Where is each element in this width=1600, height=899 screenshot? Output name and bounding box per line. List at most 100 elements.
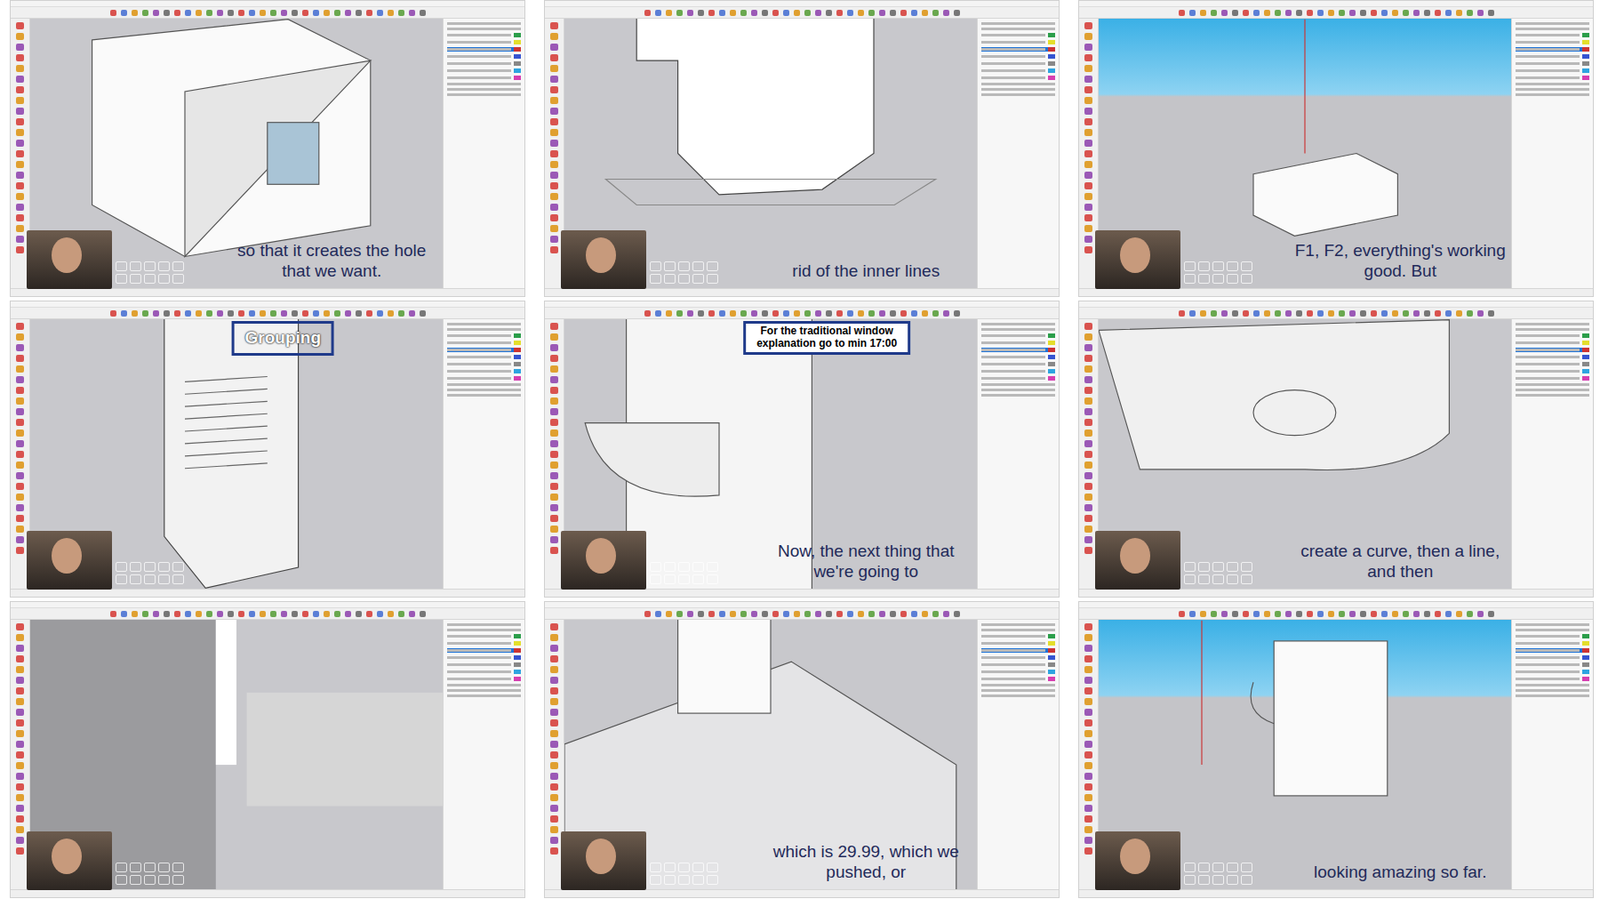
tool-icon[interactable] [761, 610, 768, 617]
tool-icon[interactable] [1084, 365, 1093, 373]
tool-icon[interactable] [825, 610, 832, 617]
tool-icon[interactable] [1456, 9, 1463, 16]
tool-icon[interactable] [1381, 310, 1388, 317]
tool-icon[interactable] [1084, 772, 1093, 780]
tool-icon[interactable] [1084, 514, 1093, 522]
tool-icon[interactable] [1084, 203, 1093, 211]
tool-icon[interactable] [16, 333, 24, 341]
tool-icon[interactable] [302, 9, 309, 16]
tool-icon[interactable] [291, 310, 298, 317]
tool-icon[interactable] [302, 310, 309, 317]
tool-icon[interactable] [16, 214, 24, 222]
tool-icon[interactable] [408, 310, 416, 317]
tool-icon[interactable] [550, 751, 559, 759]
tool-icon[interactable] [1084, 804, 1093, 812]
tray-row[interactable] [981, 655, 1056, 660]
tool-icon[interactable] [550, 192, 559, 200]
tool-icon[interactable] [550, 804, 559, 812]
tool-icon[interactable] [550, 386, 559, 394]
tool-icon[interactable] [687, 9, 694, 16]
tool-icon[interactable] [16, 815, 24, 823]
tool-icon[interactable] [16, 418, 24, 426]
tool-icon[interactable] [708, 9, 715, 16]
tool-icon[interactable] [110, 310, 117, 317]
tray-row[interactable] [981, 368, 1056, 374]
tool-icon[interactable] [16, 429, 24, 437]
tool-icon[interactable] [248, 9, 256, 16]
tool-icon[interactable] [16, 461, 24, 469]
tray-row[interactable] [1515, 27, 1590, 31]
tool-icon[interactable] [174, 310, 181, 317]
tool-icon[interactable] [550, 687, 559, 695]
tool-icon[interactable] [815, 9, 822, 16]
tool-icon[interactable] [270, 610, 277, 617]
tool-icon[interactable] [550, 171, 559, 179]
tray-row[interactable] [981, 340, 1056, 345]
tool-icon[interactable] [1349, 610, 1356, 617]
tool-icon[interactable] [1084, 43, 1093, 51]
tool-icon[interactable] [1317, 610, 1324, 617]
tray-row[interactable] [1515, 333, 1590, 338]
tool-icon[interactable] [879, 610, 886, 617]
tool-icon[interactable] [16, 525, 24, 533]
tray-row[interactable] [1515, 32, 1590, 38]
tool-icon[interactable] [932, 9, 939, 16]
tool-icon[interactable] [751, 9, 758, 16]
tool-icon[interactable] [1445, 610, 1452, 617]
tool-icon[interactable] [1285, 9, 1292, 16]
tool-icon[interactable] [344, 9, 352, 16]
tool-icon[interactable] [550, 676, 559, 684]
tool-icon[interactable] [1084, 644, 1093, 652]
tool-icon[interactable] [550, 32, 559, 40]
tool-icon[interactable] [550, 655, 559, 663]
tray-row[interactable] [1515, 683, 1590, 687]
tray-row[interactable] [981, 623, 1056, 626]
tool-icon[interactable] [847, 610, 854, 617]
tool-icon[interactable] [550, 719, 559, 727]
tool-icon[interactable] [16, 708, 24, 716]
tool-icon[interactable] [1084, 719, 1093, 727]
tool-icon[interactable] [932, 610, 939, 617]
tool-icon[interactable] [550, 697, 559, 705]
tool-icon[interactable] [1232, 310, 1239, 317]
tool-icon[interactable] [1317, 310, 1324, 317]
video-frame[interactable]: Now, the next thing thatwe're going toFo… [544, 300, 1060, 598]
tool-icon[interactable] [259, 610, 266, 617]
tool-icon[interactable] [751, 310, 758, 317]
tool-icon[interactable] [550, 139, 559, 147]
tool-icon[interactable] [238, 610, 245, 617]
tool-icon[interactable] [16, 75, 24, 83]
tray-row[interactable] [447, 393, 521, 397]
tool-icon[interactable] [16, 482, 24, 490]
tool-icon[interactable] [943, 610, 950, 617]
tool-icon[interactable] [16, 536, 24, 544]
tool-icon[interactable] [334, 610, 341, 617]
tool-icon[interactable] [676, 9, 683, 16]
tool-icon[interactable] [1084, 633, 1093, 641]
tray-row[interactable] [447, 22, 521, 25]
video-frame[interactable] [9, 600, 526, 898]
tool-icon[interactable] [1296, 9, 1303, 16]
tool-icon[interactable] [1306, 9, 1313, 16]
tray-row[interactable] [1515, 40, 1590, 45]
tray-row[interactable] [447, 640, 521, 646]
tray-row[interactable] [447, 347, 521, 352]
tool-icon[interactable] [366, 610, 373, 617]
tool-icon[interactable] [550, 472, 559, 480]
tool-icon[interactable] [16, 43, 24, 51]
tool-icon[interactable] [376, 610, 384, 617]
tool-icon[interactable] [751, 610, 758, 617]
tool-icon[interactable] [355, 9, 362, 16]
tool-icon[interactable] [16, 804, 24, 812]
tool-icon[interactable] [1338, 310, 1345, 317]
tool-icon[interactable] [419, 610, 426, 617]
tray-row[interactable] [981, 328, 1056, 331]
tray-row[interactable] [981, 93, 1056, 96]
tool-icon[interactable] [1084, 836, 1093, 844]
tool-icon[interactable] [1306, 310, 1313, 317]
tool-icon[interactable] [131, 310, 138, 317]
tray-row[interactable] [981, 669, 1056, 674]
tool-icon[interactable] [16, 836, 24, 844]
tool-icon[interactable] [16, 472, 24, 480]
tool-icon[interactable] [227, 9, 234, 16]
